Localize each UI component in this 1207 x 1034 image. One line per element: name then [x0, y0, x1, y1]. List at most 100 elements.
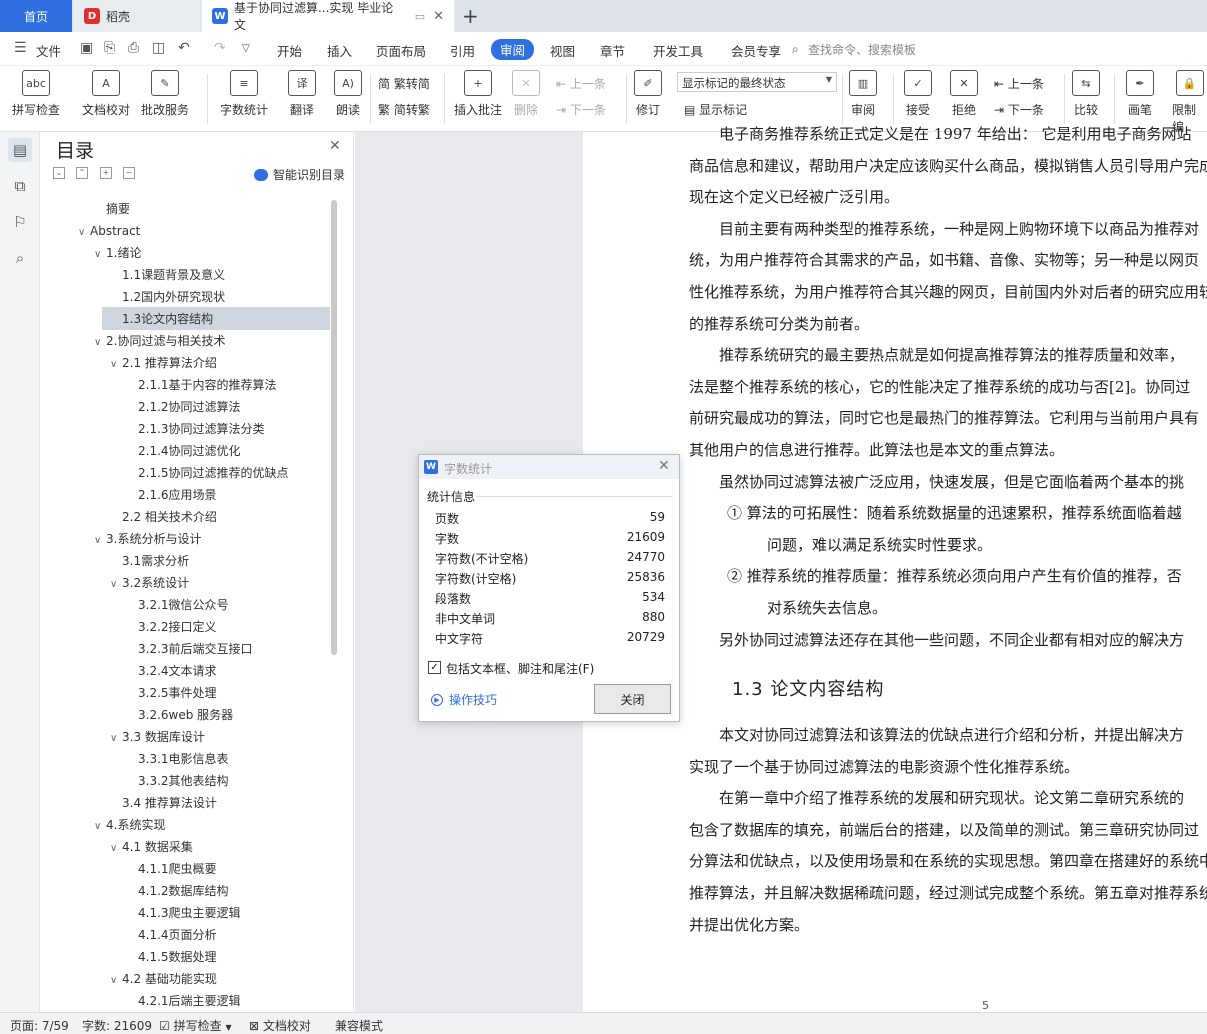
new-tab-icon[interactable]: + [462, 4, 479, 28]
spell-check-status[interactable]: ☑ 拼写检查 ▼ [159, 1017, 232, 1034]
toc-item[interactable]: 2.1.4协同过滤优化 [138, 440, 241, 462]
search-icon[interactable]: ⌕ [792, 42, 799, 57]
read-aloud-button[interactable]: A) 朗读 [334, 70, 362, 118]
tab-daoke[interactable]: D 稻壳 [74, 0, 200, 32]
print-icon[interactable]: ⎙ [128, 40, 139, 56]
toc-item[interactable]: ∨ 3.系统分析与设计 [94, 528, 201, 550]
chevron-down-icon[interactable]: ∨ [78, 222, 90, 244]
chevron-down-icon[interactable]: ∨ [94, 530, 106, 552]
toc-item[interactable]: 3.2.1微信公众号 [138, 594, 229, 616]
menu-start[interactable]: 开始 [277, 41, 302, 60]
menu-layout[interactable]: 页面布局 [376, 41, 426, 60]
chevron-down-icon[interactable]: ∨ [110, 354, 122, 376]
toc-item[interactable]: 2.1.5协同过滤推荐的优缺点 [138, 462, 289, 484]
toc-item[interactable]: 3.1需求分析 [122, 550, 189, 572]
menu-insert[interactable]: 插入 [327, 41, 352, 60]
insert-comment-button[interactable]: + 插入批注 [454, 70, 502, 118]
window-mode-icon[interactable]: ▭ [415, 10, 425, 23]
tab-document[interactable]: W 基于协同过滤算...实现 毕业论文 ▭ ✕ [202, 0, 454, 32]
chapter-nav-icon[interactable]: ⧉ [8, 174, 32, 198]
toc-item[interactable]: 3.2.2接口定义 [138, 616, 217, 638]
menu-file[interactable]: 文件 [36, 41, 61, 60]
add-heading-icon[interactable]: + [100, 167, 112, 179]
toc-item[interactable]: ∨ 2.1 推荐算法介绍 [110, 352, 217, 374]
search-icon[interactable]: ⌕ [8, 246, 32, 270]
toc-item[interactable]: 4.1.3爬虫主要逻辑 [138, 902, 241, 924]
next-change-button[interactable]: ⇥ 下一条 [994, 101, 1044, 118]
close-button[interactable]: 关闭 [594, 684, 671, 714]
toc-item[interactable]: 4.1.2数据库结构 [138, 880, 229, 902]
toc-panel-icon[interactable]: ▤ [8, 138, 32, 162]
compare-button[interactable]: ⇆ 比较 [1072, 70, 1100, 118]
toc-item[interactable]: 3.2.4文本请求 [138, 660, 217, 682]
toc-item[interactable]: 4.1.5数据处理 [138, 946, 217, 968]
batch-service-button[interactable]: ✎ 批改服务 [141, 70, 189, 118]
translate-button[interactable]: 译 翻译 [288, 70, 316, 118]
chevron-down-icon[interactable]: ∨ [110, 574, 122, 596]
next-comment-button[interactable]: ⇥ 下一条 [556, 101, 606, 118]
hamburger-icon[interactable]: ☰ [14, 40, 27, 56]
toc-item[interactable]: ∨ 4.1 数据采集 [110, 836, 193, 858]
toc-scrollbar[interactable] [331, 200, 337, 655]
toc-item[interactable]: 3.2.6web 服务器 [138, 704, 233, 726]
toc-item[interactable]: 4.1.1爬虫概要 [138, 858, 217, 880]
chevron-down-icon[interactable]: ∨ [94, 244, 106, 266]
chevron-down-icon[interactable]: ∨ [110, 970, 122, 992]
prev-comment-button[interactable]: ⇤ 上一条 [556, 75, 606, 92]
doc-check-status[interactable]: ⊠ 文档校对 [249, 1017, 311, 1034]
toc-item[interactable]: 1.1课题背景及意义 [122, 264, 225, 286]
chevron-down-icon[interactable]: ∨ [110, 838, 122, 860]
toc-item[interactable]: 2.1.6应用场景 [138, 484, 217, 506]
toc-item[interactable]: 3.2.3前后端交互接口 [138, 638, 253, 660]
redo-icon[interactable]: ↷ [214, 40, 226, 56]
include-textbox-checkbox[interactable]: ✓ [428, 661, 441, 674]
toc-item[interactable]: 3.3.1电影信息表 [138, 748, 229, 770]
doc-check-button[interactable]: A 文档校对 [82, 70, 130, 118]
revise-button[interactable]: ✐ 修订 [634, 70, 662, 118]
toc-item[interactable]: 3.3.2其他表结构 [138, 770, 229, 792]
undo-icon[interactable]: ↶ [178, 40, 190, 56]
collapse-all-icon[interactable]: ⌄ [53, 167, 65, 179]
menu-reference[interactable]: 引用 [450, 41, 475, 60]
preview-icon[interactable]: ◫ [152, 40, 165, 56]
chevron-down-icon[interactable]: ∨ [110, 728, 122, 750]
expand-up-icon[interactable]: ⌃ [76, 167, 88, 179]
smart-toc-button[interactable]: 智能识别目录 [254, 166, 345, 183]
menu-developer[interactable]: 开发工具 [653, 41, 703, 60]
toc-item[interactable]: 2.2 相关技术介绍 [122, 506, 217, 528]
toc-item[interactable]: ∨ 3.2系统设计 [110, 572, 189, 594]
toc-item[interactable]: 摘要 [106, 198, 130, 220]
markup-state-select[interactable]: 显示标记的最终状态 ▼ [677, 72, 837, 92]
bookmark-icon[interactable]: ⚐ [8, 210, 32, 234]
toc-item[interactable]: 1.3论文内容结构 [122, 308, 213, 330]
close-tab-icon[interactable]: ✕ [433, 9, 444, 24]
command-search[interactable]: 查找命令、搜索模板 [808, 41, 916, 58]
toc-item[interactable]: ∨ 2.协同过滤与相关技术 [94, 330, 225, 352]
export-icon[interactable]: ⎘ [104, 40, 115, 56]
toc-item[interactable]: 2.1.1基于内容的推荐算法 [138, 374, 277, 396]
accept-button[interactable]: ✓ 接受 [904, 70, 932, 118]
prev-change-button[interactable]: ⇤ 上一条 [994, 75, 1044, 92]
simp-to-trad-button[interactable]: 繁 简转繁 [378, 101, 430, 118]
toc-item[interactable]: 4.2.1后端主要逻辑 [138, 990, 241, 1012]
word-count-indicator[interactable]: 字数: 21609 [82, 1017, 152, 1034]
page-indicator[interactable]: 页面: 7/59 [10, 1017, 69, 1034]
menu-member[interactable]: 会员专享 [731, 41, 781, 60]
toc-item[interactable]: 1.2国内外研究现状 [122, 286, 225, 308]
toc-item[interactable]: ∨ 4.系统实现 [94, 814, 165, 836]
spell-check-button[interactable]: abc 拼写检查 [12, 70, 60, 118]
show-markup-button[interactable]: ▤ 显示标记 [684, 101, 747, 118]
toc-item[interactable]: 3.4 推荐算法设计 [122, 792, 217, 814]
toc-item[interactable]: ∨ 1.绪论 [94, 242, 141, 264]
pen-button[interactable]: ✒ 画笔 [1126, 70, 1154, 118]
chevron-down-icon[interactable]: ∨ [94, 816, 106, 838]
toc-item[interactable]: 2.1.3协同过滤算法分类 [138, 418, 265, 440]
toc-item[interactable]: 4.1.4页面分析 [138, 924, 217, 946]
review-pane-button[interactable]: ▥ 审阅 [849, 70, 877, 118]
save-icon[interactable]: ▣ [80, 40, 93, 56]
close-icon[interactable]: ✕ [658, 458, 670, 474]
toc-item[interactable]: 2.1.2协同过滤算法 [138, 396, 241, 418]
close-icon[interactable]: ✕ [329, 138, 341, 154]
customize-chevron-icon[interactable]: ▽ [242, 43, 250, 54]
toc-item[interactable]: ∨ 3.3 数据库设计 [110, 726, 205, 748]
